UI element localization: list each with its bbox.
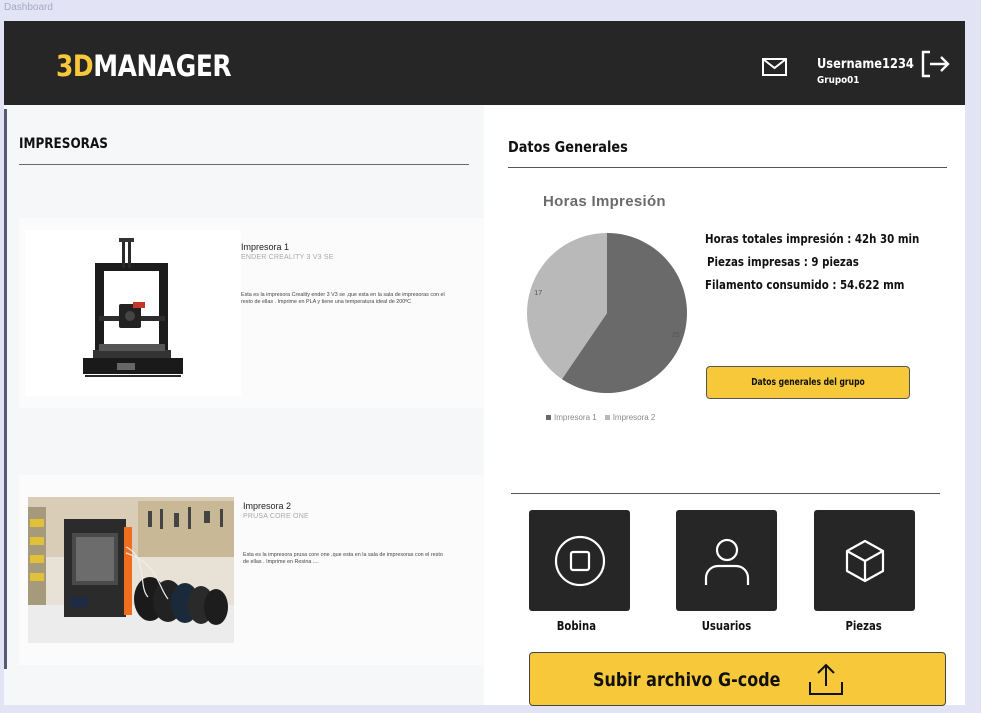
legend-label-1: Impresora 1 <box>554 413 597 422</box>
stop-circle-icon <box>554 535 605 586</box>
group-data-button-label: Datos generales del grupo <box>751 377 865 388</box>
username: Username1234 <box>817 57 914 72</box>
printer-1-description: Esta es la impresora Creality ender 3 V3… <box>241 292 445 305</box>
piezas-tile[interactable] <box>814 510 915 611</box>
user-icon <box>704 538 749 585</box>
bobina-tile[interactable] <box>529 510 630 611</box>
printer-1-name: Impresora 1 <box>241 242 290 252</box>
stat-pieces-printed: Piezas impresas : 9 piezas <box>707 254 859 269</box>
scroll-indicator[interactable] <box>4 109 7 669</box>
chart-legend: Impresora 1 Impresora 2 <box>546 413 655 422</box>
stat-filament-used: Filamento consumido : 54.622 mm <box>705 277 905 292</box>
printer-2-name: Impresora 2 <box>243 501 292 511</box>
upload-icon <box>807 662 845 697</box>
logout-icon[interactable] <box>919 49 951 79</box>
printer-card-1[interactable]: Impresora 1 ENDER CREALITY 3 V3 SE Esta … <box>19 218 484 408</box>
printer-2-image <box>28 497 234 643</box>
legend-swatch-1 <box>546 415 551 420</box>
divider <box>19 164 469 165</box>
chart-title: Horas Impresión <box>543 193 666 210</box>
printer-card-2[interactable]: Impresora 2 PRUSA CORE ONE Esta es la im… <box>19 475 484 665</box>
divider <box>511 493 940 494</box>
user-info[interactable]: Username1234 Grupo01 <box>817 57 927 86</box>
stats-block: Horas totales impresión : 42h 30 min Pie… <box>705 231 966 300</box>
legend-label-2: Impresora 2 <box>612 413 656 422</box>
divider <box>508 167 947 168</box>
printers-panel: IMPRESORAS Impresora 1 ENDER CREALITY 3 … <box>4 105 484 705</box>
general-data-panel: Datos Generales Horas Impresión 25 17 Imp… <box>484 105 966 706</box>
printer-2-model: PRUSA CORE ONE <box>243 513 309 520</box>
pie-chart: 25 17 <box>526 232 688 394</box>
legend-swatch-2 <box>604 415 610 420</box>
upload-gcode-button[interactable]: Subir archivo G-code <box>529 652 946 706</box>
mail-icon[interactable] <box>761 56 789 78</box>
upload-gcode-label: Subir archivo G-code <box>593 669 781 691</box>
legend-item-2: Impresora 2 <box>604 413 656 422</box>
top-bar: 3DMANAGER Username1234 Grupo01 <box>4 21 965 105</box>
group-data-button[interactable]: Datos generales del grupo <box>706 366 910 399</box>
usuarios-tile[interactable] <box>676 510 777 611</box>
bobina-label: Bobina <box>556 619 596 633</box>
dashboard-app: 3DMANAGER Username1234 Grupo01 IMPRESORA… <box>4 21 966 706</box>
cube-icon <box>845 539 884 582</box>
printer-1-image <box>25 230 241 396</box>
legend-item-1: Impresora 1 <box>546 413 597 422</box>
printer-2-description: Esta es la impresora prusa core one ,que… <box>243 552 443 565</box>
stat-total-hours: Horas totales impresión : 42h 30 min <box>705 231 920 246</box>
usuarios-label: Usuarios <box>701 619 752 633</box>
printers-title: IMPRESORAS <box>19 136 108 152</box>
piezas-label: Piezas <box>845 619 882 633</box>
frame-label: Dashboard <box>4 2 53 13</box>
pie-slice-label-1: 25 <box>672 332 680 339</box>
printer-1-model: ENDER CREALITY 3 V3 SE <box>241 254 334 261</box>
pie-slice-label-2: 17 <box>534 290 542 297</box>
user-group: Grupo01 <box>817 75 860 86</box>
app-logo[interactable]: 3DMANAGER <box>56 49 232 83</box>
general-data-title: Datos Generales <box>508 138 628 156</box>
